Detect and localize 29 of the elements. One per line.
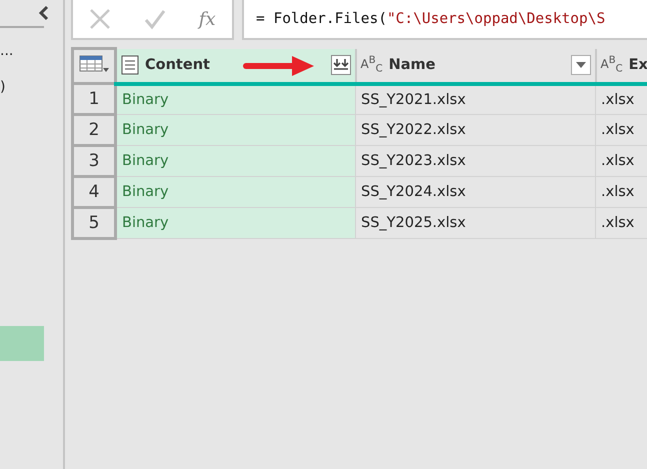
document-icon: [121, 55, 139, 75]
column-header[interactable]: Name: [388, 57, 564, 73]
table-cell: SS_Y2024.xlsx: [356, 176, 596, 208]
row-number: 1: [72, 84, 116, 114]
table-cell: SS_Y2022.xlsx: [356, 114, 596, 146]
table-cell: Binary: [116, 146, 356, 176]
row-number: 4: [72, 176, 116, 208]
table-cell: SS_Y2025.xlsx: [356, 208, 596, 238]
collapse-icon[interactable]: [37, 5, 51, 21]
check-icon: [144, 8, 166, 30]
table-cell: Binary: [116, 208, 356, 238]
table-cell: Binary: [116, 176, 356, 208]
table-cell: Binary: [116, 114, 356, 146]
row-number: 5: [72, 208, 116, 238]
arrow-icon: [242, 55, 316, 77]
sidebar-item[interactable]: ): [0, 76, 44, 98]
table-cell: SS_Y2021.xlsx: [356, 84, 596, 114]
expand-icon[interactable]: [330, 55, 350, 75]
sidebar-item[interactable]: ...: [0, 40, 44, 62]
caret-icon: [576, 62, 586, 68]
table-cell: SS_Y2023.xlsx: [356, 146, 596, 176]
filter-dropdown[interactable]: [570, 55, 590, 75]
row-number: 3: [72, 146, 116, 176]
cancel-icon: [89, 8, 112, 30]
table-menu-icon[interactable]: [79, 54, 109, 74]
row-number: 2: [72, 114, 116, 146]
table-cell: Binary: [116, 84, 356, 114]
formula-field[interactable]: = Folder.Files("C:\Users\oppad\Desktop\S: [242, 0, 647, 40]
fx-icon[interactable]: fx: [198, 8, 216, 30]
